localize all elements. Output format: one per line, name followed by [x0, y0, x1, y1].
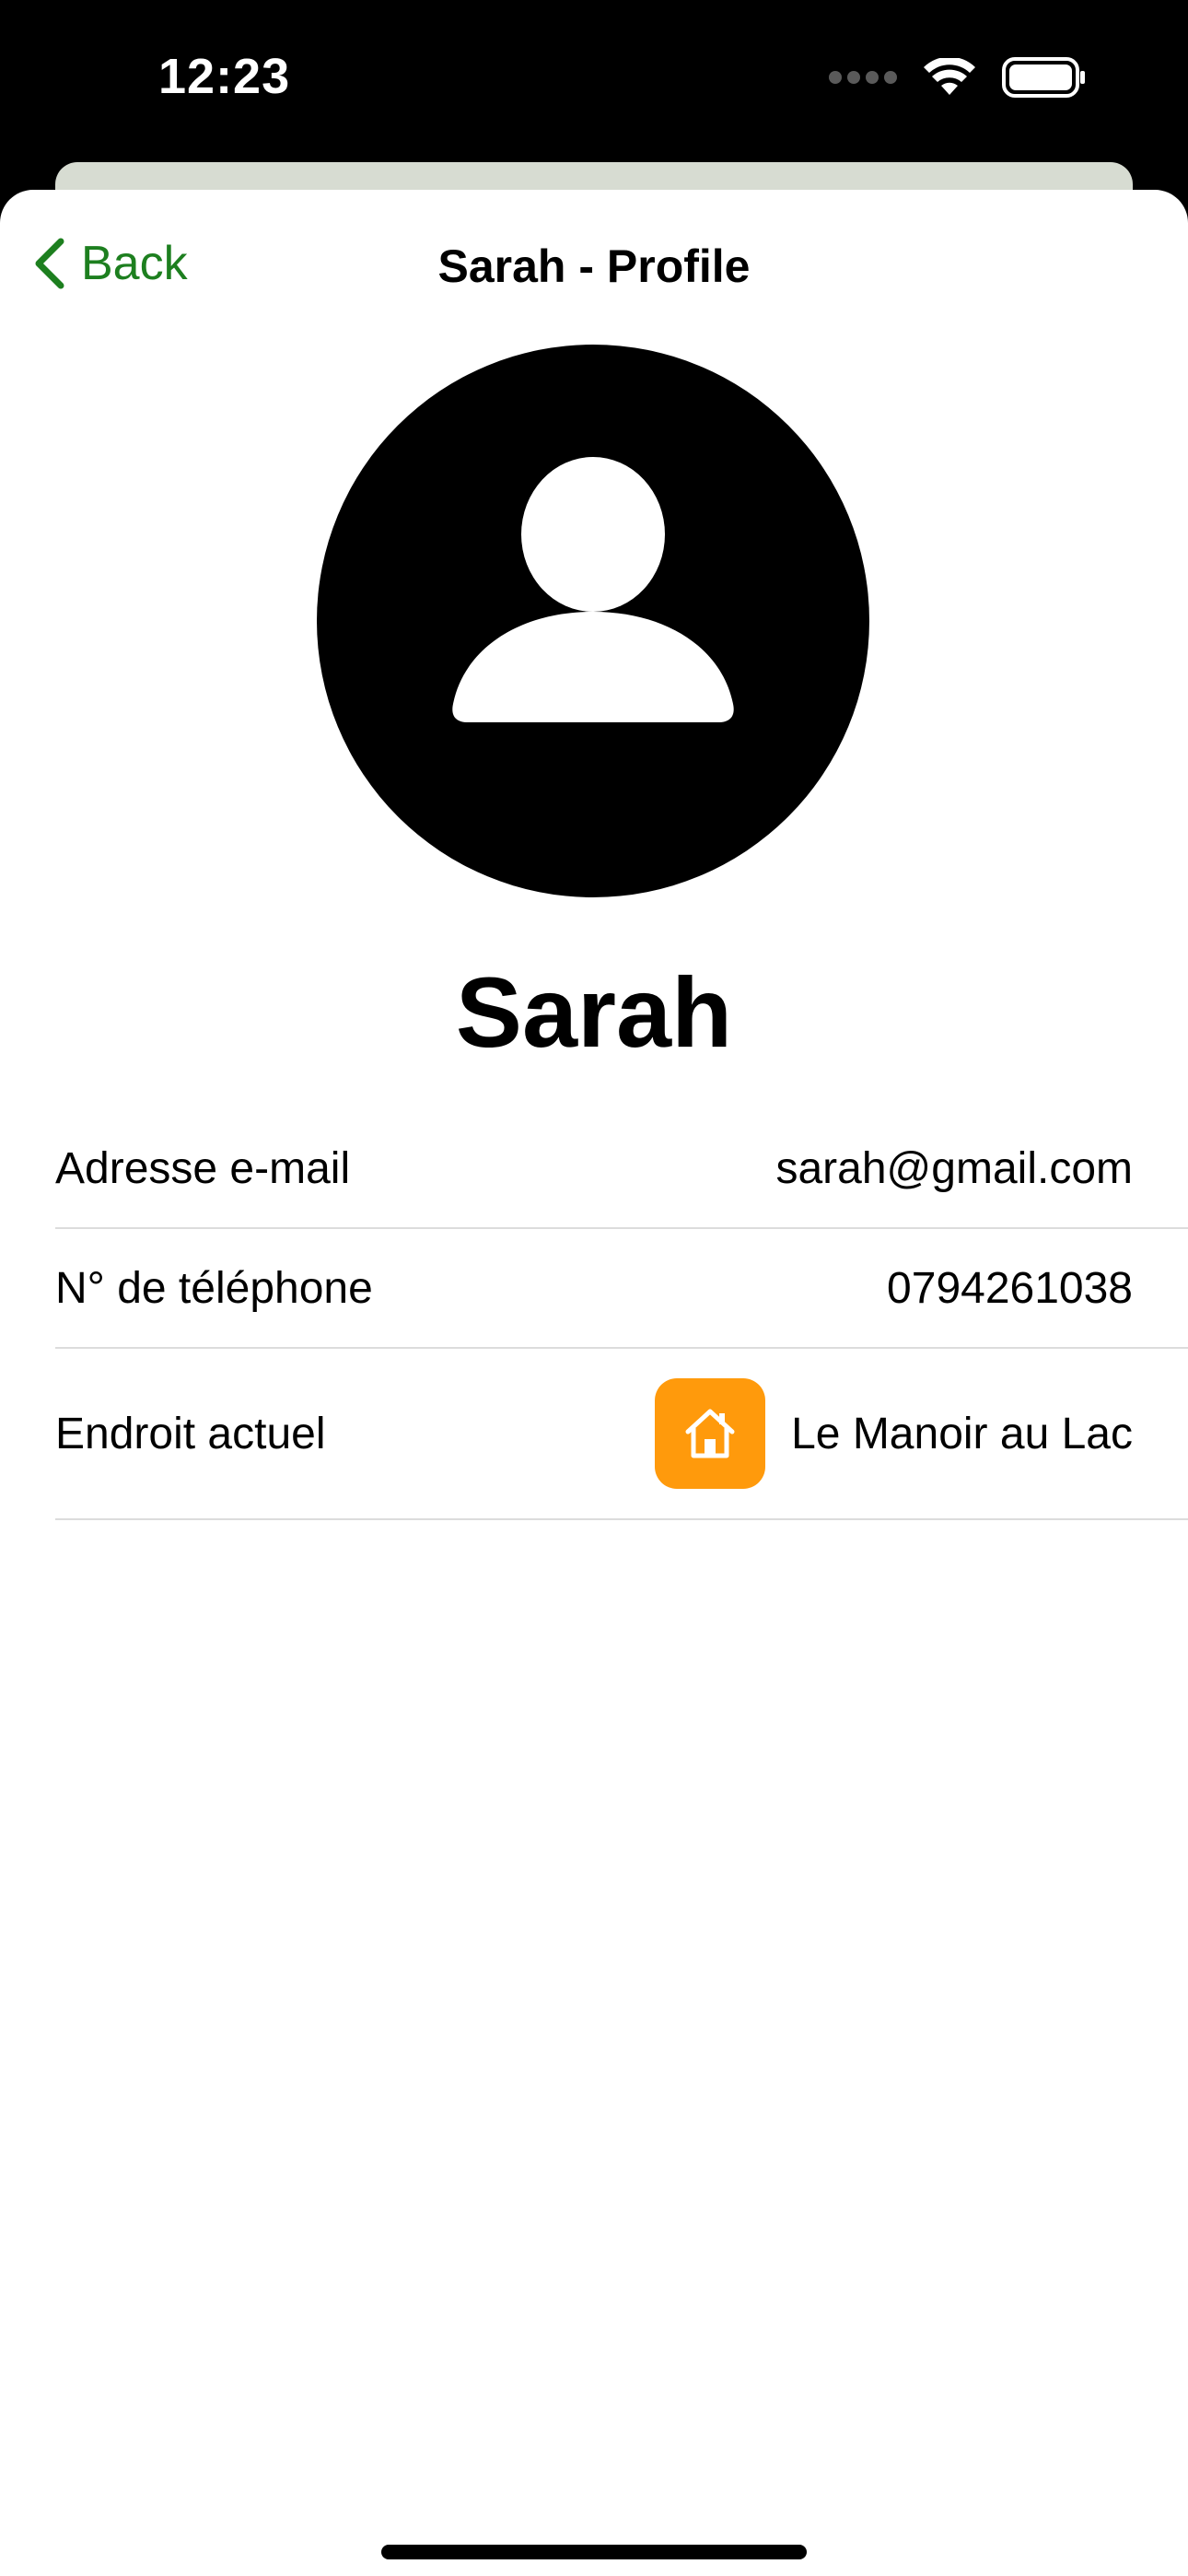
house-icon: [655, 1378, 766, 1489]
email-label: Adresse e-mail: [55, 1143, 351, 1193]
screen: 12:23 Back Sarah - Profile Sarah Adresse…: [0, 0, 1188, 2576]
profile-name: Sarah: [455, 956, 733, 1068]
home-indicator[interactable]: [381, 2545, 807, 2559]
battery-icon: [1002, 57, 1085, 98]
email-value: sarah@gmail.com: [775, 1143, 1133, 1193]
email-row[interactable]: Adresse e-mail sarah@gmail.com: [55, 1109, 1188, 1229]
phone-row[interactable]: N° de téléphone 0794261038: [55, 1229, 1188, 1349]
phone-label: N° de téléphone: [55, 1263, 373, 1313]
cellular-icon: [829, 71, 897, 84]
details-list: Adresse e-mail sarah@gmail.com N° de tél…: [55, 1109, 1188, 1520]
wifi-icon: [924, 58, 975, 95]
location-row[interactable]: Endroit actuel Le Manoir au Lac: [55, 1349, 1188, 1520]
profile-sheet: Back Sarah - Profile Sarah Adresse e-mai…: [0, 190, 1188, 2576]
status-time: 12:23: [158, 49, 291, 104]
status-icons: [829, 57, 1087, 98]
location-value-group: Le Manoir au Lac: [655, 1378, 1133, 1489]
location-label: Endroit actuel: [55, 1409, 326, 1458]
phone-value: 0794261038: [887, 1263, 1133, 1313]
location-value: Le Manoir au Lac: [791, 1409, 1133, 1458]
page-title: Sarah - Profile: [437, 240, 751, 292]
person-circle-icon: [317, 345, 869, 897]
